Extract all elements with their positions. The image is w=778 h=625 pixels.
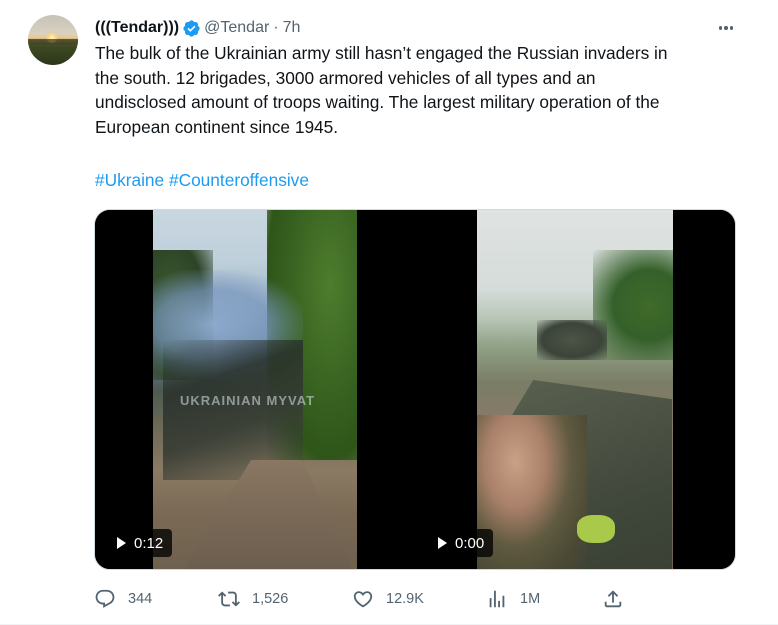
views-count: 1M: [520, 591, 541, 607]
like-button[interactable]: 12.9K: [352, 586, 424, 612]
tweet-text-line: The bulk of the Ukrainian army still has…: [95, 43, 668, 63]
display-name[interactable]: (((Tendar))): [95, 19, 179, 37]
share-button[interactable]: [602, 586, 624, 612]
video-duration-badge[interactable]: 0:00: [428, 529, 494, 557]
share-icon: [604, 590, 622, 608]
retweet-icon: [218, 591, 240, 607]
video-duration: 0:00: [455, 534, 485, 552]
timestamp[interactable]: 7h: [283, 19, 301, 37]
like-count: 12.9K: [386, 591, 424, 607]
verified-badge-icon: [183, 19, 200, 37]
hashtag-link[interactable]: #Ukraine: [95, 170, 164, 190]
video-duration-badge[interactable]: 0:12: [107, 529, 173, 557]
avatar[interactable]: [28, 15, 78, 65]
tweet-text-line: European continent since 1945.: [95, 116, 339, 137]
media-grid: UKRAINIAN MYVAT 0:12 0:00: [94, 209, 736, 570]
like-icon: [353, 591, 373, 608]
retweet-count: 1,526: [252, 591, 289, 607]
play-icon: [117, 537, 126, 549]
reply-count: 344: [128, 591, 153, 607]
more-icon[interactable]: [715, 18, 737, 38]
video-thumbnail: [477, 210, 673, 569]
action-bar: 344 1,526 12.9K 1M: [94, 586, 654, 612]
hashtags: #Ukraine #Counteroffensive: [95, 168, 309, 192]
separator-dot: ·: [273, 19, 279, 36]
tweet-text: The bulk of the Ukrainian army still has…: [95, 41, 755, 139]
video-player[interactable]: UKRAINIAN MYVAT 0:12: [95, 210, 413, 569]
video-watermark: UKRAINIAN MYVAT: [180, 393, 316, 408]
tweet-text-line: undisclosed amount of troops waiting. Th…: [95, 92, 660, 112]
views-icon: [489, 590, 505, 608]
video-player[interactable]: 0:00: [416, 210, 735, 569]
tweet-header: (((Tendar))) @Tendar · 7h: [95, 18, 300, 38]
video-duration: 0:12: [134, 534, 164, 552]
video-thumbnail: [153, 210, 357, 569]
tweet-text-line: the south. 12 brigades, 3000 armored veh…: [95, 67, 596, 88]
play-icon: [438, 537, 447, 549]
reply-button[interactable]: 344: [94, 586, 152, 612]
tweet: (((Tendar))) @Tendar · 7h The bulk of th…: [0, 0, 778, 625]
hashtag-link[interactable]: #Counteroffensive: [169, 170, 309, 190]
author-handle[interactable]: @Tendar: [204, 19, 269, 37]
retweet-button[interactable]: 1,526: [218, 586, 288, 612]
views-button[interactable]: 1M: [486, 586, 540, 612]
reply-icon: [95, 589, 115, 608]
